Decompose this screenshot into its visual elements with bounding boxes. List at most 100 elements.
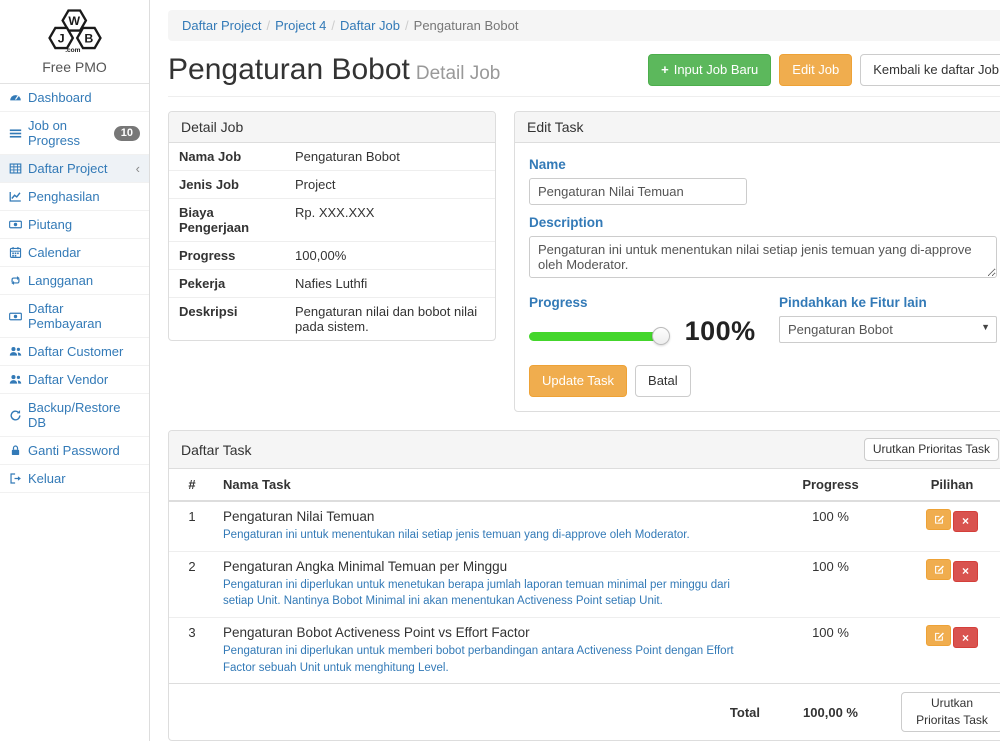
task-actions: × <box>893 501 1000 551</box>
chevron-left-icon: ‹ <box>136 161 140 176</box>
detail-row: Progress100,00% <box>169 242 495 270</box>
sidebar-item-daftar-customer[interactable]: Daftar Customer <box>0 338 149 366</box>
svg-text:J: J <box>57 31 64 45</box>
task-number: 1 <box>169 501 215 551</box>
sidebar-item-daftar-project[interactable]: Daftar Project ‹ <box>0 155 149 183</box>
sidebar-nav: Dashboard Job on Progress 10 Daftar Proj… <box>0 84 149 493</box>
footer-actions: Urutkan Prioritas Task <box>893 684 1000 740</box>
column-header-num: # <box>169 469 215 501</box>
task-progress: 100 % <box>768 551 893 617</box>
delete-task-row-button[interactable]: × <box>953 627 978 648</box>
main-content: Daftar Project/Project 4/Daftar Job/Peng… <box>150 0 1000 741</box>
detail-row: Biaya PengerjaanRp. XXX.XXX <box>169 199 495 242</box>
move-select-wrap: Pengaturan Bobot ▼ <box>779 316 997 343</box>
edit-task-row-button[interactable] <box>926 509 951 530</box>
move-feature-select[interactable]: Pengaturan Bobot <box>779 316 997 343</box>
sidebar-item-label: Ganti Password <box>28 443 120 458</box>
page-title-text: Pengaturan Bobot <box>168 53 410 86</box>
progress-value: 100% <box>685 316 756 347</box>
delete-x-icon: × <box>962 631 969 645</box>
delete-task-row-button[interactable]: × <box>953 511 978 532</box>
task-description-textarea[interactable]: Pengaturan ini untuk menentukan nilai se… <box>529 236 997 278</box>
urutkan-prioritas-task-button-bottom[interactable]: Urutkan Prioritas Task <box>901 692 1000 732</box>
sidebar-item-dashboard[interactable]: Dashboard <box>0 84 149 112</box>
delete-task-row-button[interactable]: × <box>953 561 978 582</box>
breadcrumb-project-4[interactable]: Project 4 <box>275 18 326 33</box>
daftar-task-panel-heading: Daftar Task Urutkan Prioritas Task <box>169 431 1000 469</box>
sidebar-item-label: Job on Progress <box>28 118 108 148</box>
sidebar-item-backup-restore-db[interactable]: Backup/Restore DB <box>0 394 149 437</box>
edit-task-row-button[interactable] <box>926 625 951 646</box>
description-group: Description Pengaturan ini untuk menentu… <box>529 215 997 281</box>
breadcrumb-daftar-project[interactable]: Daftar Project <box>182 18 261 33</box>
users-icon <box>9 345 22 358</box>
line-chart-icon <box>9 190 22 203</box>
name-label: Name <box>529 157 997 172</box>
edit-task-row-button[interactable] <box>926 559 951 580</box>
batal-button[interactable]: Batal <box>635 365 691 397</box>
delete-x-icon: × <box>962 564 969 578</box>
table-row: 2 Pengaturan Angka Minimal Temuan per Mi… <box>169 551 1000 617</box>
sidebar-item-calendar[interactable]: Calendar <box>0 239 149 267</box>
sidebar-item-daftar-vendor[interactable]: Daftar Vendor <box>0 366 149 394</box>
sidebar-item-ganti-password[interactable]: Ganti Password <box>0 437 149 465</box>
page-header: Pengaturan BobotDetail Job +Input Job Ba… <box>168 53 1000 97</box>
breadcrumb-separator: / <box>326 18 340 33</box>
kembali-ke-daftar-job-button[interactable]: Kembali ke daftar Job <box>860 54 1000 86</box>
sidebar-item-piutang[interactable]: Piutang <box>0 211 149 239</box>
task-name: Pengaturan Nilai Temuan <box>223 509 760 524</box>
column-header-nama-task: Nama Task <box>215 469 768 501</box>
detail-value: Pengaturan nilai dan bobot nilai pada si… <box>287 298 495 340</box>
task-table-header-row: # Nama Task Progress Pilihan <box>169 469 1000 501</box>
total-label: Total <box>215 684 768 740</box>
edit-task-form: Name Description Pengaturan ini untuk me… <box>515 143 1000 411</box>
repeat-icon <box>9 274 22 287</box>
task-progress: 100 % <box>768 618 893 684</box>
urutkan-prioritas-task-button-top[interactable]: Urutkan Prioritas Task <box>864 438 999 461</box>
sidebar-item-langganan[interactable]: Langganan <box>0 267 149 295</box>
task-name: Pengaturan Bobot Activeness Point vs Eff… <box>223 625 760 640</box>
brand-name: Free PMO <box>0 59 149 75</box>
edit-task-panel: Edit Task Name Description Pengaturan in… <box>514 111 1000 412</box>
input-job-baru-button[interactable]: +Input Job Baru <box>648 54 771 86</box>
detail-value: Rp. XXX.XXX <box>287 199 495 241</box>
update-task-button[interactable]: Update Task <box>529 365 627 397</box>
task-name-input[interactable] <box>529 178 747 205</box>
sidebar-item-label: Daftar Customer <box>28 344 123 359</box>
progress-slider-handle[interactable] <box>652 327 670 345</box>
task-table: # Nama Task Progress Pilihan 1 Pengatura… <box>169 469 1000 740</box>
edit-job-button[interactable]: Edit Job <box>779 54 852 86</box>
calendar-icon <box>9 246 22 259</box>
job-count-badge: 10 <box>114 126 140 141</box>
edit-task-panel-heading: Edit Task <box>515 112 1000 143</box>
daftar-task-title: Daftar Task <box>181 442 252 458</box>
dashboard-icon <box>9 91 22 104</box>
detail-label: Deskripsi <box>169 298 287 340</box>
detail-label: Pekerja <box>169 270 287 297</box>
sidebar-item-daftar-pembayaran[interactable]: Daftar Pembayaran <box>0 295 149 338</box>
column-header-pilihan: Pilihan <box>893 469 1000 501</box>
progress-col: Progress 100% <box>529 293 779 347</box>
detail-label: Biaya Pengerjaan <box>169 199 287 241</box>
detail-value: Nafies Luthfi <box>287 270 495 297</box>
task-actions: × <box>893 618 1000 684</box>
sidebar-item-penghasilan[interactable]: Penghasilan <box>0 183 149 211</box>
task-name-cell: Pengaturan Angka Minimal Temuan per Ming… <box>215 551 768 617</box>
column-header-progress: Progress <box>768 469 893 501</box>
sidebar-item-label: Penghasilan <box>28 189 100 204</box>
progress-slider[interactable] <box>529 332 661 341</box>
sidebar-item-label: Calendar <box>28 245 81 260</box>
task-name-cell: Pengaturan Nilai Temuan Pengaturan ini u… <box>215 501 768 551</box>
breadcrumb-daftar-job[interactable]: Daftar Job <box>340 18 400 33</box>
sidebar-item-label: Keluar <box>28 471 66 486</box>
sidebar-item-label: Piutang <box>28 217 72 232</box>
detail-row: Jenis JobProject <box>169 171 495 199</box>
input-job-baru-label: Input Job Baru <box>674 61 759 79</box>
task-description: Pengaturan ini untuk menentukan nilai se… <box>223 527 760 544</box>
sidebar-item-job-on-progress[interactable]: Job on Progress 10 <box>0 112 149 155</box>
sidebar-item-keluar[interactable]: Keluar <box>0 465 149 493</box>
task-description: Pengaturan ini diperlukan untuk memberi … <box>223 643 760 676</box>
task-number: 3 <box>169 618 215 684</box>
detail-label: Progress <box>169 242 287 269</box>
breadcrumb-current: Pengaturan Bobot <box>414 18 519 33</box>
